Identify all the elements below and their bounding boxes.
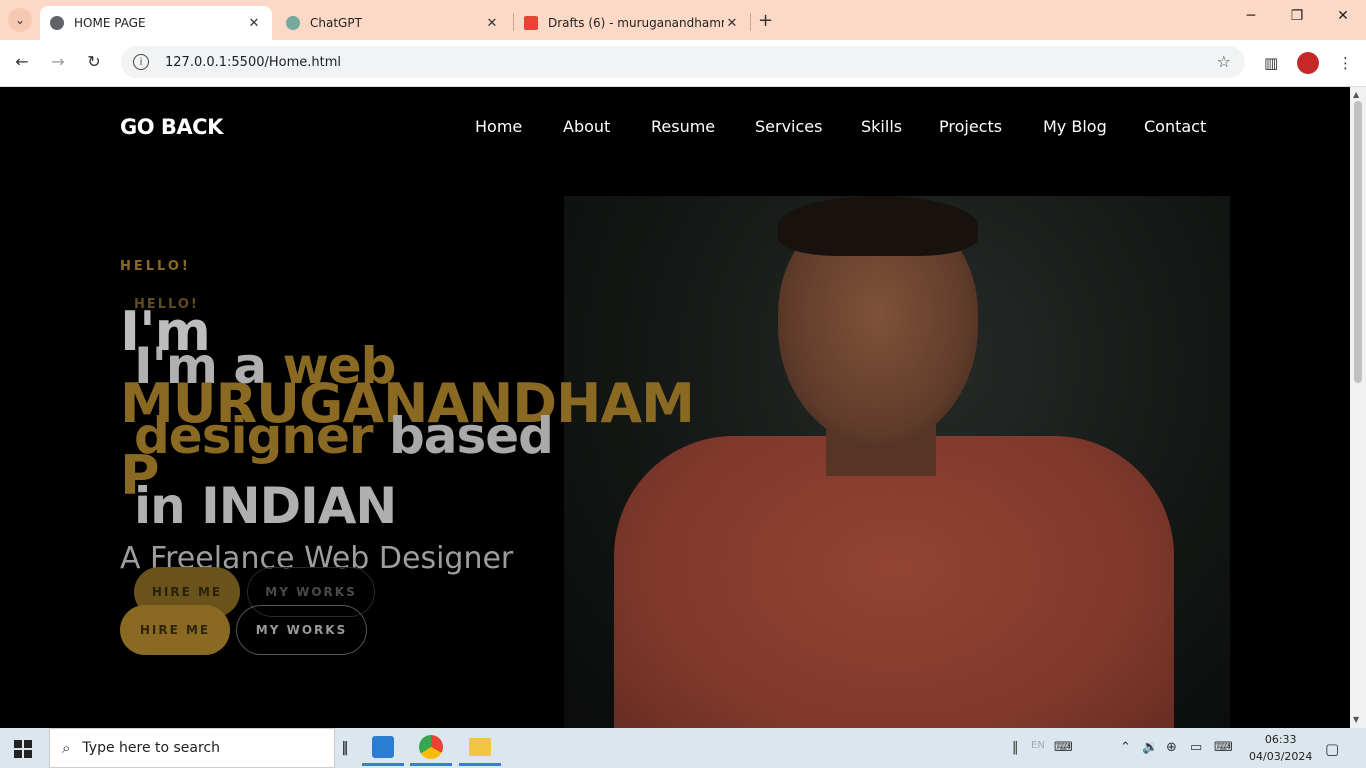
close-icon[interactable]: ✕ bbox=[484, 16, 500, 31]
chrome-icon[interactable] bbox=[410, 730, 452, 766]
new-tab-button[interactable]: + bbox=[758, 10, 773, 31]
battery-icon[interactable]: ▭ bbox=[1190, 740, 1202, 755]
search-icon: ⌕ bbox=[62, 739, 71, 757]
search-placeholder: Type here to search bbox=[82, 740, 221, 756]
taskbar-search[interactable]: ⌕ Type here to search bbox=[49, 728, 335, 768]
task-view-icon[interactable]: ‖ bbox=[340, 730, 350, 766]
tab-title: HOME PAGE bbox=[74, 16, 146, 30]
url-text: 127.0.0.1:5500/Home.html bbox=[165, 54, 342, 70]
tab-strip: ⌄ HOME PAGE ✕ ChatGPT ✕ Drafts (6) - mur… bbox=[0, 0, 1366, 40]
windows-start-button[interactable] bbox=[14, 740, 32, 758]
windows-taskbar: ⌕ Type here to search ‖ ‖ EN ⌨ ⌃ 🔉 ⊕ ▭ ⌨… bbox=[0, 728, 1366, 768]
tab-title: ChatGPT bbox=[310, 16, 362, 30]
nav-home[interactable]: Home bbox=[475, 117, 522, 136]
globe-icon bbox=[50, 16, 64, 30]
vscode-icon[interactable] bbox=[362, 730, 404, 766]
tab-separator bbox=[750, 13, 751, 31]
hero-ghost-line-2: designer based bbox=[134, 407, 554, 465]
page-viewport: GO BACK Home About Resume Services Skill… bbox=[0, 87, 1350, 728]
keyboard-icon[interactable]: ⌨ bbox=[1054, 740, 1073, 755]
close-icon[interactable]: ✕ bbox=[246, 16, 262, 31]
restore-button[interactable]: ❐ bbox=[1274, 8, 1320, 24]
close-window-button[interactable]: ✕ bbox=[1320, 8, 1366, 24]
profile-photo bbox=[564, 196, 1230, 728]
profile-avatar[interactable] bbox=[1297, 52, 1319, 74]
volume-icon[interactable]: 🔉 bbox=[1142, 740, 1158, 755]
tab-chatgpt[interactable]: ChatGPT ✕ bbox=[276, 6, 510, 40]
chevron-up-icon[interactable]: ⌃ bbox=[1120, 740, 1131, 755]
chatgpt-icon bbox=[286, 16, 300, 30]
nav-projects[interactable]: Projects bbox=[939, 117, 1002, 136]
scroll-down-icon[interactable]: ▼ bbox=[1353, 715, 1359, 724]
language-indicator[interactable]: EN bbox=[1031, 740, 1045, 751]
info-icon[interactable]: i bbox=[133, 54, 149, 70]
page-scrollbar[interactable]: ▲ ▼ bbox=[1350, 87, 1366, 728]
clock-time: 06:33 bbox=[1264, 733, 1297, 746]
tab-search-button[interactable]: ⌄ bbox=[8, 8, 32, 32]
forward-button[interactable]: → bbox=[46, 52, 70, 71]
bookmark-star-icon[interactable]: ☆ bbox=[1217, 52, 1231, 71]
input-keyboard-icon[interactable]: ⌨ bbox=[1214, 740, 1233, 755]
clock-date: 04/03/2024 bbox=[1249, 750, 1313, 763]
scrollbar-thumb[interactable] bbox=[1354, 101, 1362, 383]
scroll-up-icon[interactable]: ▲ bbox=[1353, 90, 1359, 99]
tab-title: Drafts (6) - muruganandhamm7 bbox=[548, 16, 724, 30]
my-works-button[interactable]: MY WORKS bbox=[236, 605, 367, 655]
hero-im: I'm bbox=[120, 300, 211, 363]
tab-gmail-drafts[interactable]: Drafts (6) - muruganandhamm7 ✕ bbox=[514, 6, 750, 40]
back-button[interactable]: ← bbox=[10, 52, 34, 71]
side-panel-icon[interactable]: ▥ bbox=[1264, 54, 1278, 72]
file-explorer-icon[interactable] bbox=[459, 730, 501, 766]
nav-skills[interactable]: Skills bbox=[861, 117, 902, 136]
nav-about[interactable]: About bbox=[563, 117, 610, 136]
chevron-down-icon: ⌄ bbox=[14, 13, 26, 27]
site-logo[interactable]: GO BACK bbox=[120, 115, 223, 139]
hero-ghost-line-3: in INDIAN bbox=[134, 477, 397, 535]
close-icon[interactable]: ✕ bbox=[724, 16, 740, 31]
nav-contact[interactable]: Contact bbox=[1144, 117, 1206, 136]
network-icon[interactable]: ⊕ bbox=[1166, 740, 1177, 755]
address-bar[interactable]: i 127.0.0.1:5500/Home.html ☆ bbox=[121, 46, 1245, 78]
browser-toolbar: ← → ↻ i 127.0.0.1:5500/Home.html ☆ ▥ ⋮ bbox=[0, 40, 1366, 87]
hero-hello: HELLO! bbox=[120, 259, 191, 274]
nav-services[interactable]: Services bbox=[755, 117, 822, 136]
nav-resume[interactable]: Resume bbox=[651, 117, 715, 136]
reload-button[interactable]: ↻ bbox=[82, 52, 106, 71]
tray-separator-icon: ‖ bbox=[1012, 740, 1019, 755]
nav-my-blog[interactable]: My Blog bbox=[1043, 117, 1107, 136]
hire-me-button[interactable]: HIRE ME bbox=[120, 605, 230, 655]
notification-icon[interactable]: ▢ bbox=[1325, 740, 1339, 758]
minimize-button[interactable]: ─ bbox=[1228, 8, 1274, 24]
taskbar-clock[interactable]: 06:33 04/03/2024 bbox=[1249, 731, 1312, 765]
gmail-icon bbox=[524, 16, 538, 30]
tab-home-page[interactable]: HOME PAGE ✕ bbox=[40, 6, 272, 40]
menu-kebab-icon[interactable]: ⋮ bbox=[1338, 54, 1353, 72]
